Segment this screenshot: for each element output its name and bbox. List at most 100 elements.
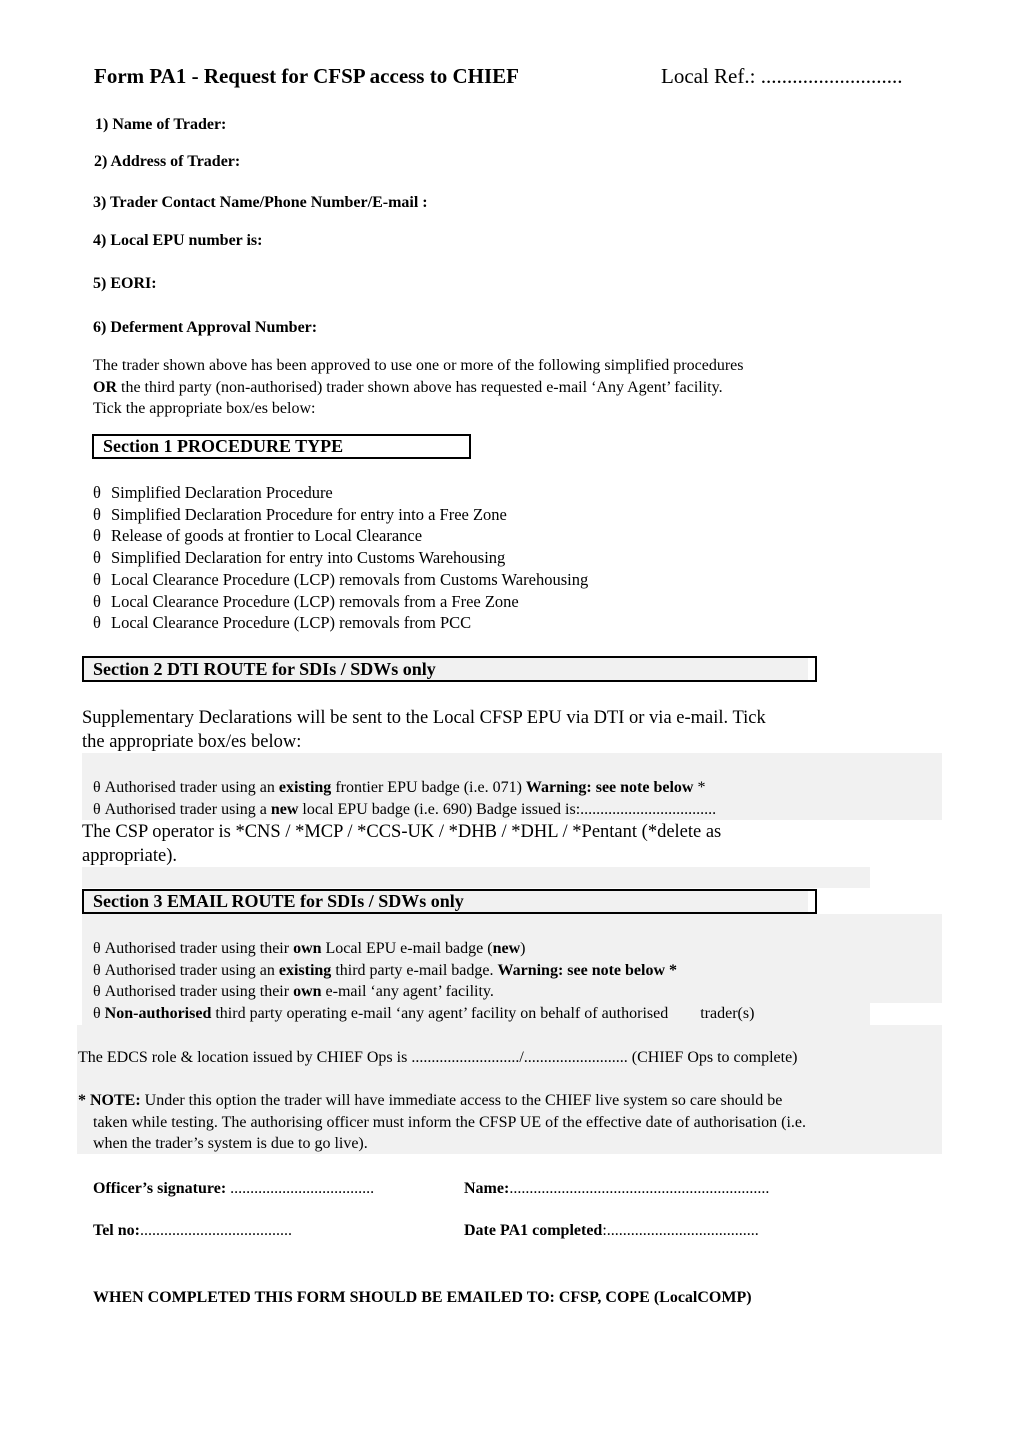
email-option[interactable]: θ Authorised trader using their own Loca… [93, 938, 754, 960]
option-text: Authorised trader using their [100, 983, 294, 1001]
option-emphasis: new [492, 940, 521, 957]
date-completed-field[interactable]: Date PA1 completed:.....................… [464, 1222, 759, 1240]
spacer-shade [82, 867, 870, 888]
dti-route-list: θ Authorised trader using an existing fr… [93, 777, 716, 820]
intro-line-2: OR the third party (non-authorised) trad… [93, 377, 743, 399]
checkbox-icon[interactable]: θ [93, 801, 101, 818]
option-emphasis: own [293, 940, 322, 957]
checkbox-icon[interactable]: θ [93, 504, 111, 526]
field-trader-contact[interactable]: 3) Trader Contact Name/Phone Number/E-ma… [93, 194, 428, 212]
field-address-of-trader[interactable]: 2) Address of Trader: [94, 153, 240, 171]
csp-operator-paragraph[interactable]: The CSP operator is *CNS / *MCP / *CCS-U… [82, 820, 721, 868]
option-emphasis: new [270, 800, 299, 818]
procedure-option-label: Release of goods at frontier to Local Cl… [111, 526, 423, 546]
procedure-option[interactable]: θ Local Clearance Procedure (LCP) removal… [93, 612, 588, 634]
procedure-option-label: Simplified Declaration Procedure [111, 483, 333, 502]
intro-paragraph: The trader shown above has been approved… [93, 355, 743, 420]
dti-option[interactable]: θ Authorised trader using an existing fr… [93, 777, 716, 799]
field-local-epu-number[interactable]: 4) Local EPU number is: [93, 232, 262, 250]
option-text: Local EPU e-mail badge ( [321, 940, 493, 957]
email-option[interactable]: θ Authorised trader using their own e-ma… [93, 981, 754, 1003]
option-text: Authorised trader using a [100, 800, 271, 818]
option-text: trader(s) [700, 1004, 755, 1022]
procedure-option-label: Local Clearance Procedure (LCP) removals… [111, 613, 472, 633]
note-block: * NOTE: Under this option the trader wil… [78, 1090, 806, 1155]
option-emphasis: Non-authorised [104, 1004, 212, 1022]
section-2-intro-line-2: the appropriate box/es below: [82, 732, 302, 752]
option-emphasis: existing [278, 779, 332, 796]
email-instruction: WHEN COMPLETED THIS FORM SHOULD BE EMAIL… [93, 1289, 752, 1306]
option-text: local EPU badge (i.e. 690) Badge issued … [298, 800, 717, 818]
procedure-option[interactable]: θ Simplified Declaration for entry into C… [93, 547, 588, 569]
option-emphasis: own [293, 983, 322, 1001]
officer-name-field[interactable]: Name:...................................… [464, 1180, 769, 1198]
checkbox-icon[interactable]: θ [93, 612, 111, 634]
option-text: third party operating e-mail ‘any agent’… [211, 1004, 669, 1022]
field-name-of-trader[interactable]: 1) Name of Trader: [95, 116, 226, 134]
note-label: NOTE: [90, 1092, 141, 1109]
option-text: Authorised trader using an [100, 961, 279, 979]
checkbox-icon[interactable]: θ [93, 525, 111, 547]
intro-line-1: The trader shown above has been approved… [93, 357, 744, 374]
email-route-list: θ Authorised trader using their own Loca… [93, 938, 754, 1024]
option-text: e-mail ‘any agent’ facility. [321, 983, 494, 1001]
warning-text: Warning: see note below * [497, 961, 678, 979]
procedure-option[interactable]: θ Release of goods at frontier to Local C… [93, 525, 588, 547]
checkbox-icon[interactable]: θ [93, 983, 101, 1000]
warning-text: Warning: see note below [525, 779, 694, 796]
procedure-option[interactable]: θ Simplified Declaration Procedure [93, 482, 588, 504]
officer-signature-line: .................................... [226, 1180, 375, 1197]
checkbox-icon[interactable]: θ [93, 569, 111, 591]
intro-line-3: Tick the appropriate box/es below: [93, 400, 316, 417]
intro-or: OR [93, 378, 117, 396]
dti-option[interactable]: θ Authorised trader using a new local EP… [93, 799, 716, 821]
option-text: third party e-mail badge. [331, 961, 498, 979]
email-option[interactable]: θ Authorised trader using an existing th… [93, 960, 754, 982]
checkbox-icon[interactable]: θ [93, 591, 111, 613]
option-text: * [693, 779, 706, 796]
section-2-title: Section 2 DTI ROUTE for SDIs / SDWs only [93, 659, 436, 679]
date-completed-label: Date PA1 completed [464, 1222, 603, 1239]
section-1-title: Section 1 PROCEDURE TYPE [103, 436, 344, 456]
csp-operator-line-1: The CSP operator is *CNS / *MCP / *CCS-U… [82, 822, 722, 842]
checkbox-icon[interactable]: θ [93, 482, 111, 504]
checkbox-icon[interactable]: θ [93, 547, 111, 569]
note-line-2: taken while testing. The authorising off… [93, 1113, 807, 1131]
tel-no-line: ...................................... [139, 1222, 292, 1239]
procedure-option-label: Simplified Declaration for entry into Cu… [111, 548, 506, 568]
option-text: Authorised trader using an [100, 779, 279, 796]
edcs-role-line[interactable]: The EDCS role & location issued by CHIEF… [78, 1047, 798, 1069]
option-text: frontier EPU badge (i.e. 071) [331, 779, 526, 796]
procedure-option[interactable]: θ Local Clearance Procedure (LCP) removal… [93, 591, 588, 613]
field-deferment-approval-number[interactable]: 6) Deferment Approval Number: [93, 319, 317, 337]
date-completed-line: :...................................... [602, 1222, 759, 1239]
procedure-option[interactable]: θ Local Clearance Procedure (LCP) removal… [93, 569, 588, 591]
procedure-option[interactable]: θ Simplified Declaration Procedure for en… [93, 504, 588, 526]
checkbox-icon[interactable]: θ [93, 1005, 101, 1022]
procedure-option-label: Local Clearance Procedure (LCP) removals… [111, 591, 519, 611]
section-2-intro-line-1: Supplementary Declarations will be sent … [82, 708, 766, 728]
checkbox-icon[interactable]: θ [93, 962, 101, 979]
tel-no-label: Tel no: [93, 1222, 140, 1239]
officer-signature-field[interactable]: Officer’s signature: ...................… [93, 1180, 374, 1198]
officer-name-line: ........................................… [509, 1180, 770, 1197]
intro-line-2-rest: the third party (non-authorised) trader … [117, 378, 723, 396]
note-asterisk: * [78, 1092, 90, 1109]
local-ref-field[interactable]: Local Ref.: ........................... [661, 64, 902, 89]
checkbox-icon[interactable]: θ [93, 779, 101, 796]
procedure-type-list: θ Simplified Declaration Procedure θ Simpl… [93, 482, 588, 634]
section-2-intro: Supplementary Declarations will be sent … [82, 706, 766, 754]
section-3-title: Section 3 EMAIL ROUTE for SDIs / SDWs on… [93, 891, 464, 911]
csp-operator-line-2: appropriate). [82, 846, 178, 866]
option-emphasis: existing [278, 961, 332, 979]
email-option[interactable]: θ Non-authorised third party operating e… [93, 1003, 754, 1025]
note-line-1: Under this option the trader will have i… [140, 1092, 783, 1109]
checkbox-icon[interactable]: θ [93, 940, 101, 957]
procedure-option-label: Local Clearance Procedure (LCP) removals… [111, 569, 589, 589]
form-title: Form PA1 - Request for CFSP access to CH… [94, 64, 519, 88]
tel-no-field[interactable]: Tel no:.................................… [93, 1222, 292, 1240]
option-text: Authorised trader using their [100, 940, 294, 957]
field-eori[interactable]: 5) EORI: [93, 275, 157, 293]
procedure-option-label: Simplified Declaration Procedure for ent… [111, 504, 507, 524]
note-line-3: when the trader’s system is due to go li… [93, 1135, 368, 1152]
